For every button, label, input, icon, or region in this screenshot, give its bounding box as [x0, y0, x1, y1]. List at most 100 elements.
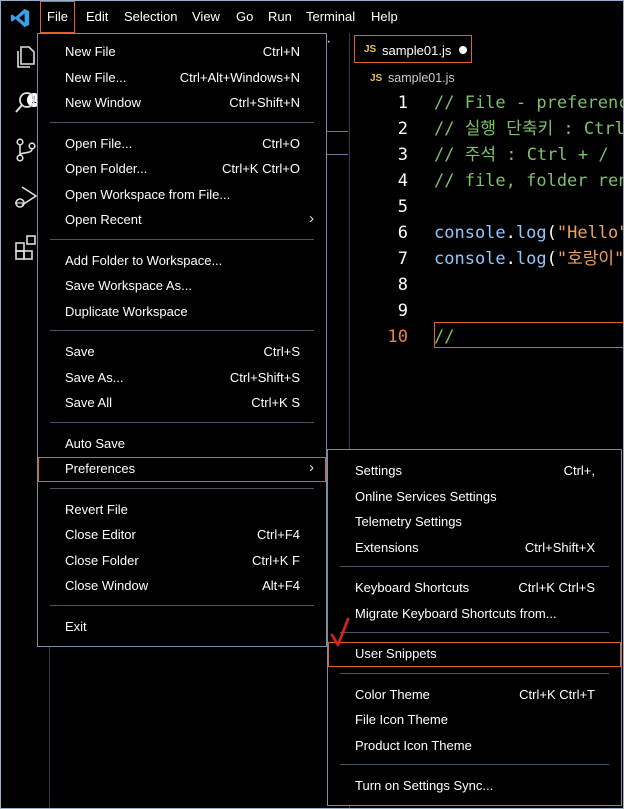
menu-selection[interactable]: Selection [119, 1, 182, 33]
menu-item-online-services-settings[interactable]: Online Services Settings [328, 485, 621, 510]
menu-item-exit[interactable]: Exit [38, 615, 326, 640]
menu-item-user-snippets[interactable]: User Snippets [328, 642, 621, 667]
menu-terminal[interactable]: Terminal [301, 1, 360, 33]
tab-sample01-js[interactable]: JS sample01.js [354, 35, 472, 63]
code-token: // File - preferences - [434, 93, 623, 113]
menu-separator [50, 487, 314, 489]
menu-item-save-workspace-as[interactable]: Save Workspace As... [38, 274, 326, 299]
extensions-icon[interactable] [12, 233, 40, 261]
code-token: "호랑이" [556, 249, 623, 269]
chevron-right-icon: › [309, 459, 314, 476]
keyboard-shortcut: Ctrl+K Ctrl+T [519, 686, 595, 702]
menu-separator [50, 238, 314, 240]
menu-item-open-workspace-from-file[interactable]: Open Workspace from File... [38, 183, 326, 208]
menu-bar: File Edit Selection View Go Run Terminal Help [1, 1, 623, 33]
keyboard-shortcut: Ctrl+Alt+Windows+N [179, 69, 300, 85]
menu-item-save-as[interactable]: Save As... Ctrl+Shift+S [38, 366, 326, 391]
keyboard-shortcut: Ctrl+K F [251, 552, 300, 568]
menu-edit[interactable]: Edit [81, 1, 113, 33]
menu-item-label: Close Editor [65, 527, 136, 542]
code-token: // 실행 단축키 : Ctrl + F5 [434, 119, 623, 139]
menu-item-product-icon-theme[interactable]: Product Icon Theme [328, 734, 621, 759]
keyboard-shortcut: Ctrl+K Ctrl+O [221, 161, 300, 176]
file-menu: New File Ctrl+N New File... Ctrl+Alt+Window… [37, 33, 327, 647]
menu-item-keyboard-shortcuts[interactable]: Keyboard Shortcuts Ctrl+K Ctrl+S [328, 576, 621, 601]
line-number: 2 [397, 119, 408, 139]
menu-item-label: Online Services Settings [355, 488, 497, 504]
menu-item-label: Turn on Settings Sync... [355, 778, 494, 793]
run-debug-icon[interactable] [12, 183, 40, 211]
keyboard-shortcut: Ctrl+O [262, 135, 300, 151]
menu-item-label: User Snippets [355, 646, 437, 661]
menu-help[interactable]: Help [366, 1, 403, 33]
menu-item-revert-file[interactable]: Revert File [38, 498, 326, 523]
menu-item-label: Color Theme [355, 686, 430, 702]
js-file-icon: JS [370, 73, 383, 84]
menu-separator [50, 330, 314, 331]
menu-go[interactable]: Go [231, 1, 258, 33]
menu-item-new-file[interactable]: New File Ctrl+N [38, 40, 326, 65]
code-line[interactable]: // [434, 324, 454, 350]
menu-item-turn-on-settings-sync[interactable]: Turn on Settings Sync... [328, 774, 621, 799]
code-editor[interactable]: 1 2 3 4 5 6 7 8 9 10 // File - preferences - // 실… [350, 90, 623, 450]
code-line[interactable]: // File - preferences - [434, 90, 623, 116]
code-token: // [434, 327, 455, 347]
menu-item-new-window[interactable]: New Window Ctrl+Shift+N [38, 91, 326, 116]
code-line[interactable]: // file, folder rename : F2 [434, 168, 623, 194]
menu-item-extensions[interactable]: Extensions Ctrl+Shift+X [328, 536, 621, 561]
search-icon[interactable] [12, 89, 40, 117]
keyboard-shortcut: Ctrl+S [263, 344, 300, 359]
menu-item-label: Close Folder [65, 552, 139, 568]
menu-file[interactable]: File [40, 1, 75, 33]
menu-item-auto-save[interactable]: Auto Save [38, 432, 326, 457]
menu-item-open-recent[interactable]: Open Recent › [38, 208, 326, 233]
files-icon[interactable] [12, 43, 40, 71]
menu-item-open-file[interactable]: Open File... Ctrl+O [38, 132, 326, 157]
line-number: 10 [387, 327, 408, 347]
menu-item-label: Add Folder to Workspace... [65, 252, 223, 268]
menu-item-save-all[interactable]: Save All Ctrl+K S [38, 391, 326, 416]
keyboard-shortcut: Ctrl+N [262, 44, 300, 59]
menu-item-migrate-keyboard-shortcuts-from[interactable]: Migrate Keyboard Shortcuts from... [328, 602, 621, 627]
menu-item-file-icon-theme[interactable]: File Icon Theme [328, 708, 621, 733]
menu-item-label: Preferences [65, 461, 136, 476]
source-control-icon[interactable] [12, 136, 40, 164]
menu-item-open-folder[interactable]: Open Folder... Ctrl+K Ctrl+O [38, 157, 326, 182]
menu-item-new-file[interactable]: New File... Ctrl+Alt+Windows+N [38, 66, 326, 91]
chevron-right-icon: › [309, 210, 314, 227]
code-line[interactable]: console.log("Hello" [434, 220, 623, 246]
menu-item-label: Exit [65, 618, 87, 634]
menu-item-save[interactable]: Save Ctrl+S [38, 340, 326, 365]
keyboard-shortcut: Ctrl+K Ctrl+S [518, 580, 595, 595]
menu-item-duplicate-workspace[interactable]: Duplicate Workspace [38, 300, 326, 325]
code-line[interactable]: console.log("호랑이" [434, 246, 623, 272]
menu-item-close-editor[interactable]: Close Editor Ctrl+F4 [38, 523, 326, 548]
keyboard-shortcut: Ctrl+Shift+S [229, 369, 300, 385]
menu-item-add-folder-to-workspace[interactable]: Add Folder to Workspace... [38, 249, 326, 274]
menu-item-close-folder[interactable]: Close Folder Ctrl+K F [38, 549, 326, 574]
menu-item-preferences[interactable]: Preferences › [38, 457, 326, 482]
code-line[interactable]: // 주석 : Ctrl + / [434, 142, 609, 168]
code-line[interactable]: // 실행 단축키 : Ctrl + F5 [434, 116, 623, 142]
menu-item-close-window[interactable]: Close Window Alt+F4 [38, 574, 326, 599]
menu-item-label: Close Window [65, 578, 149, 593]
menu-item-label: Duplicate Workspace [65, 303, 188, 319]
explorer-selected-row[interactable] [326, 131, 348, 155]
breadcrumb-file[interactable]: sample01.js [388, 71, 455, 85]
menu-item-telemetry-settings[interactable]: Telemetry Settings [328, 510, 621, 535]
menu-item-settings[interactable]: Settings Ctrl+, [328, 459, 621, 484]
menu-separator [340, 672, 609, 674]
unsaved-dot-icon[interactable] [459, 46, 467, 54]
keyboard-shortcut: Ctrl+F4 [257, 527, 300, 542]
code-token: log [515, 223, 547, 243]
menu-run[interactable]: Run [263, 1, 297, 33]
code-token: ( [546, 223, 557, 243]
menu-item-label: Keyboard Shortcuts [355, 580, 470, 595]
vscode-logo-icon [10, 8, 30, 28]
menu-item-label: Revert File [65, 501, 128, 517]
menu-item-label: New Window [65, 95, 141, 110]
line-number: 5 [397, 197, 408, 217]
code-token: . [505, 249, 516, 269]
menu-item-color-theme[interactable]: Color Theme Ctrl+K Ctrl+T [328, 683, 621, 708]
menu-view[interactable]: View [187, 1, 225, 33]
